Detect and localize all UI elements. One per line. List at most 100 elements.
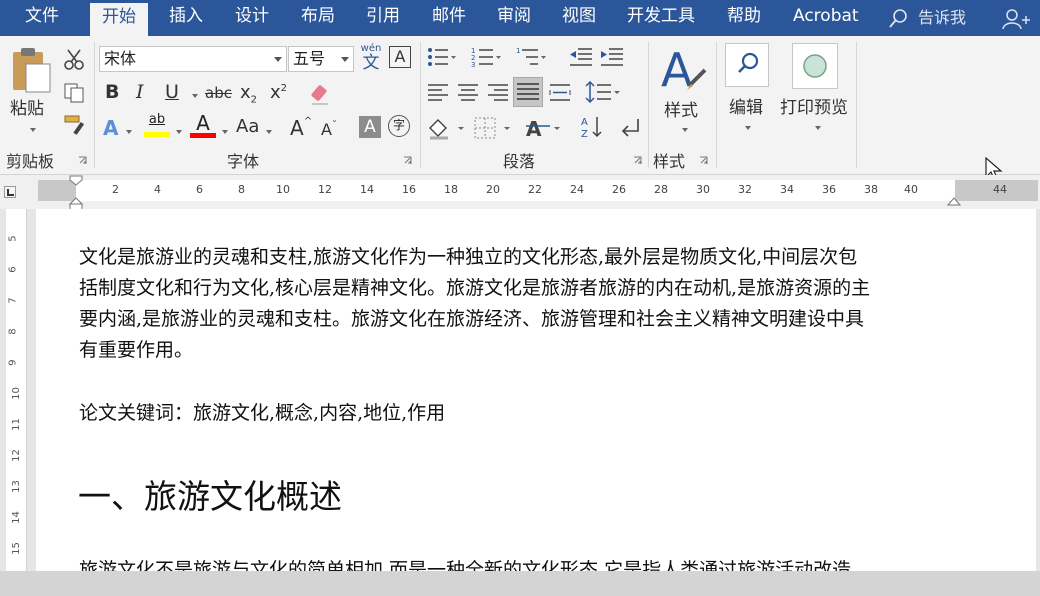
line-spacing-icon[interactable] xyxy=(585,80,621,104)
font-color-button[interactable]: A xyxy=(190,112,216,140)
clear-formatting-eraser-icon[interactable] xyxy=(308,82,332,106)
tab-insert[interactable]: 插入 xyxy=(169,0,203,36)
tab-mailings[interactable]: 邮件 xyxy=(432,0,466,36)
keywords-paragraph[interactable]: 论文关键词：旅游文化,概念,内容,地位,作用 xyxy=(79,398,445,429)
align-left-icon[interactable] xyxy=(426,82,450,104)
section-heading[interactable]: 一、旅游文化概述 xyxy=(78,470,342,518)
underline-dropdown-arrow[interactable] xyxy=(192,94,198,98)
subscript-button[interactable]: x2 xyxy=(240,82,257,106)
shading-bucket-icon[interactable] xyxy=(426,116,466,140)
document-page[interactable]: 文化是旅游业的灵魂和支柱,旅游文化作为一种独立的文化形态,最外层是物质文化,中间… xyxy=(36,209,1036,571)
shrink-font-button[interactable]: Aˇ xyxy=(321,120,337,139)
share-person-icon[interactable] xyxy=(1002,8,1032,30)
justify-button[interactable] xyxy=(513,77,543,107)
highlight-dropdown-arrow[interactable] xyxy=(176,130,182,134)
change-case-dropdown-arrow[interactable] xyxy=(266,130,272,134)
styles-icon[interactable]: A xyxy=(659,44,709,94)
tell-me-search[interactable]: 告诉我 xyxy=(888,0,966,36)
copy-icon[interactable] xyxy=(63,82,85,104)
tab-layout[interactable]: 布局 xyxy=(301,0,335,36)
editing-dropdown-arrow[interactable] xyxy=(745,126,751,130)
styles-launcher-icon[interactable] xyxy=(699,156,708,165)
vruler-tick: 6 xyxy=(7,266,19,273)
tab-help[interactable]: 帮助 xyxy=(727,0,761,36)
bullets-icon[interactable] xyxy=(426,46,456,68)
ribbon-home: 粘贴 剪贴板 宋体 五号 wén 文 A B I U abc x2 x2 A a… xyxy=(0,36,1040,182)
first-line-indent-marker[interactable] xyxy=(69,175,83,211)
superscript-button[interactable]: x2 xyxy=(270,82,287,103)
styles-dropdown-arrow[interactable] xyxy=(682,128,688,132)
justify-icon xyxy=(517,83,539,100)
paragraph-launcher-icon[interactable] xyxy=(633,156,642,165)
tab-view[interactable]: 视图 xyxy=(562,0,596,36)
vertical-ruler[interactable]: 5 6 7 8 9 10 11 12 13 14 15 xyxy=(6,209,27,571)
change-case-button[interactable]: Aa xyxy=(236,116,259,137)
vruler-tick: 9 xyxy=(7,359,19,366)
character-border-button[interactable]: A xyxy=(389,46,411,68)
tab-selector-icon[interactable] xyxy=(4,186,16,198)
ruler-tick: 38 xyxy=(864,183,878,196)
numbering-icon[interactable]: 123 xyxy=(471,46,501,68)
enclose-characters-button[interactable]: 字 xyxy=(388,115,410,137)
svg-text:1: 1 xyxy=(516,47,520,55)
align-center-icon[interactable] xyxy=(456,82,480,104)
underline-button[interactable]: U xyxy=(165,81,179,103)
styles-label: 样式 xyxy=(664,101,698,121)
ruler-tick: 36 xyxy=(822,183,836,196)
ruler-tick: 2 xyxy=(112,183,119,196)
distributed-icon[interactable] xyxy=(548,82,572,104)
bold-button[interactable]: B xyxy=(105,81,119,103)
print-preview-button[interactable] xyxy=(792,43,838,89)
tab-design[interactable]: 设计 xyxy=(235,0,269,36)
multilevel-list-icon[interactable]: 1 xyxy=(516,46,546,68)
strikethrough-button[interactable]: abc xyxy=(205,84,232,102)
body-paragraph-line[interactable]: 旅游文化不是旅游与文化的简单相加,而是一种全新的文化形态,它是指人类通过旅游活动… xyxy=(79,555,851,571)
phonetic-guide-button[interactable]: wén 文 xyxy=(359,44,383,74)
text-effects-button[interactable]: A xyxy=(103,116,118,140)
print-preview-circle-icon xyxy=(803,54,827,78)
borders-icon[interactable] xyxy=(472,116,512,140)
svg-text:Z: Z xyxy=(581,129,588,140)
font-color-dropdown-arrow[interactable] xyxy=(222,130,228,134)
editing-label: 编辑 xyxy=(729,98,763,118)
align-right-icon[interactable] xyxy=(486,82,510,104)
grow-font-button[interactable]: A^ xyxy=(290,116,312,140)
show-marks-icon[interactable] xyxy=(618,116,642,140)
clipboard-launcher-icon[interactable] xyxy=(78,156,87,165)
increase-indent-icon[interactable] xyxy=(599,46,625,68)
highlight-glyph: ab xyxy=(148,112,166,127)
horizontal-ruler[interactable]: 2 4 6 8 10 12 14 16 18 20 22 24 26 28 30… xyxy=(0,175,1040,211)
font-launcher-icon[interactable] xyxy=(403,156,412,165)
sort-icon[interactable]: AZ xyxy=(580,114,604,140)
ruler-tick: 20 xyxy=(486,183,500,196)
clipboard-group-label: 剪贴板 xyxy=(6,152,55,171)
font-name-combo[interactable]: 宋体 xyxy=(99,46,287,72)
font-group-label: 字体 xyxy=(227,152,260,171)
tab-references[interactable]: 引用 xyxy=(366,0,400,36)
format-painter-icon[interactable] xyxy=(63,114,87,136)
tab-file[interactable]: 文件 xyxy=(25,0,59,36)
character-shading-button[interactable]: A xyxy=(359,116,381,138)
tab-review[interactable]: 审阅 xyxy=(497,0,531,36)
paragraph-line: 有重要作用。 xyxy=(79,339,194,361)
paste-dropdown-arrow[interactable] xyxy=(30,128,36,132)
italic-button[interactable]: I xyxy=(136,81,144,103)
text-effects-dropdown-arrow[interactable] xyxy=(126,130,132,134)
right-indent-marker[interactable] xyxy=(947,195,961,207)
tab-developer[interactable]: 开发工具 xyxy=(627,0,695,36)
editing-button[interactable] xyxy=(725,43,769,87)
font-size-combo[interactable]: 五号 xyxy=(288,46,354,72)
tab-acrobat[interactable]: Acrobat xyxy=(793,0,859,36)
vruler-tick: 13 xyxy=(10,480,22,493)
lightbulb-search-icon xyxy=(889,9,907,28)
decrease-indent-icon[interactable] xyxy=(568,46,594,68)
highlight-color-button[interactable]: ab xyxy=(144,112,170,140)
tab-home[interactable]: 开始 xyxy=(90,3,148,38)
ruler-tick: 12 xyxy=(318,183,332,196)
abstract-paragraph[interactable]: 文化是旅游业的灵魂和支柱,旅游文化作为一种独立的文化形态,最外层是物质文化,中间… xyxy=(79,242,870,366)
svg-text:A: A xyxy=(581,117,588,128)
paste-button[interactable] xyxy=(10,46,52,98)
cut-scissors-icon[interactable] xyxy=(63,48,85,70)
chinese-layout-icon[interactable]: A xyxy=(524,116,564,140)
print-preview-dropdown-arrow[interactable] xyxy=(815,126,821,130)
